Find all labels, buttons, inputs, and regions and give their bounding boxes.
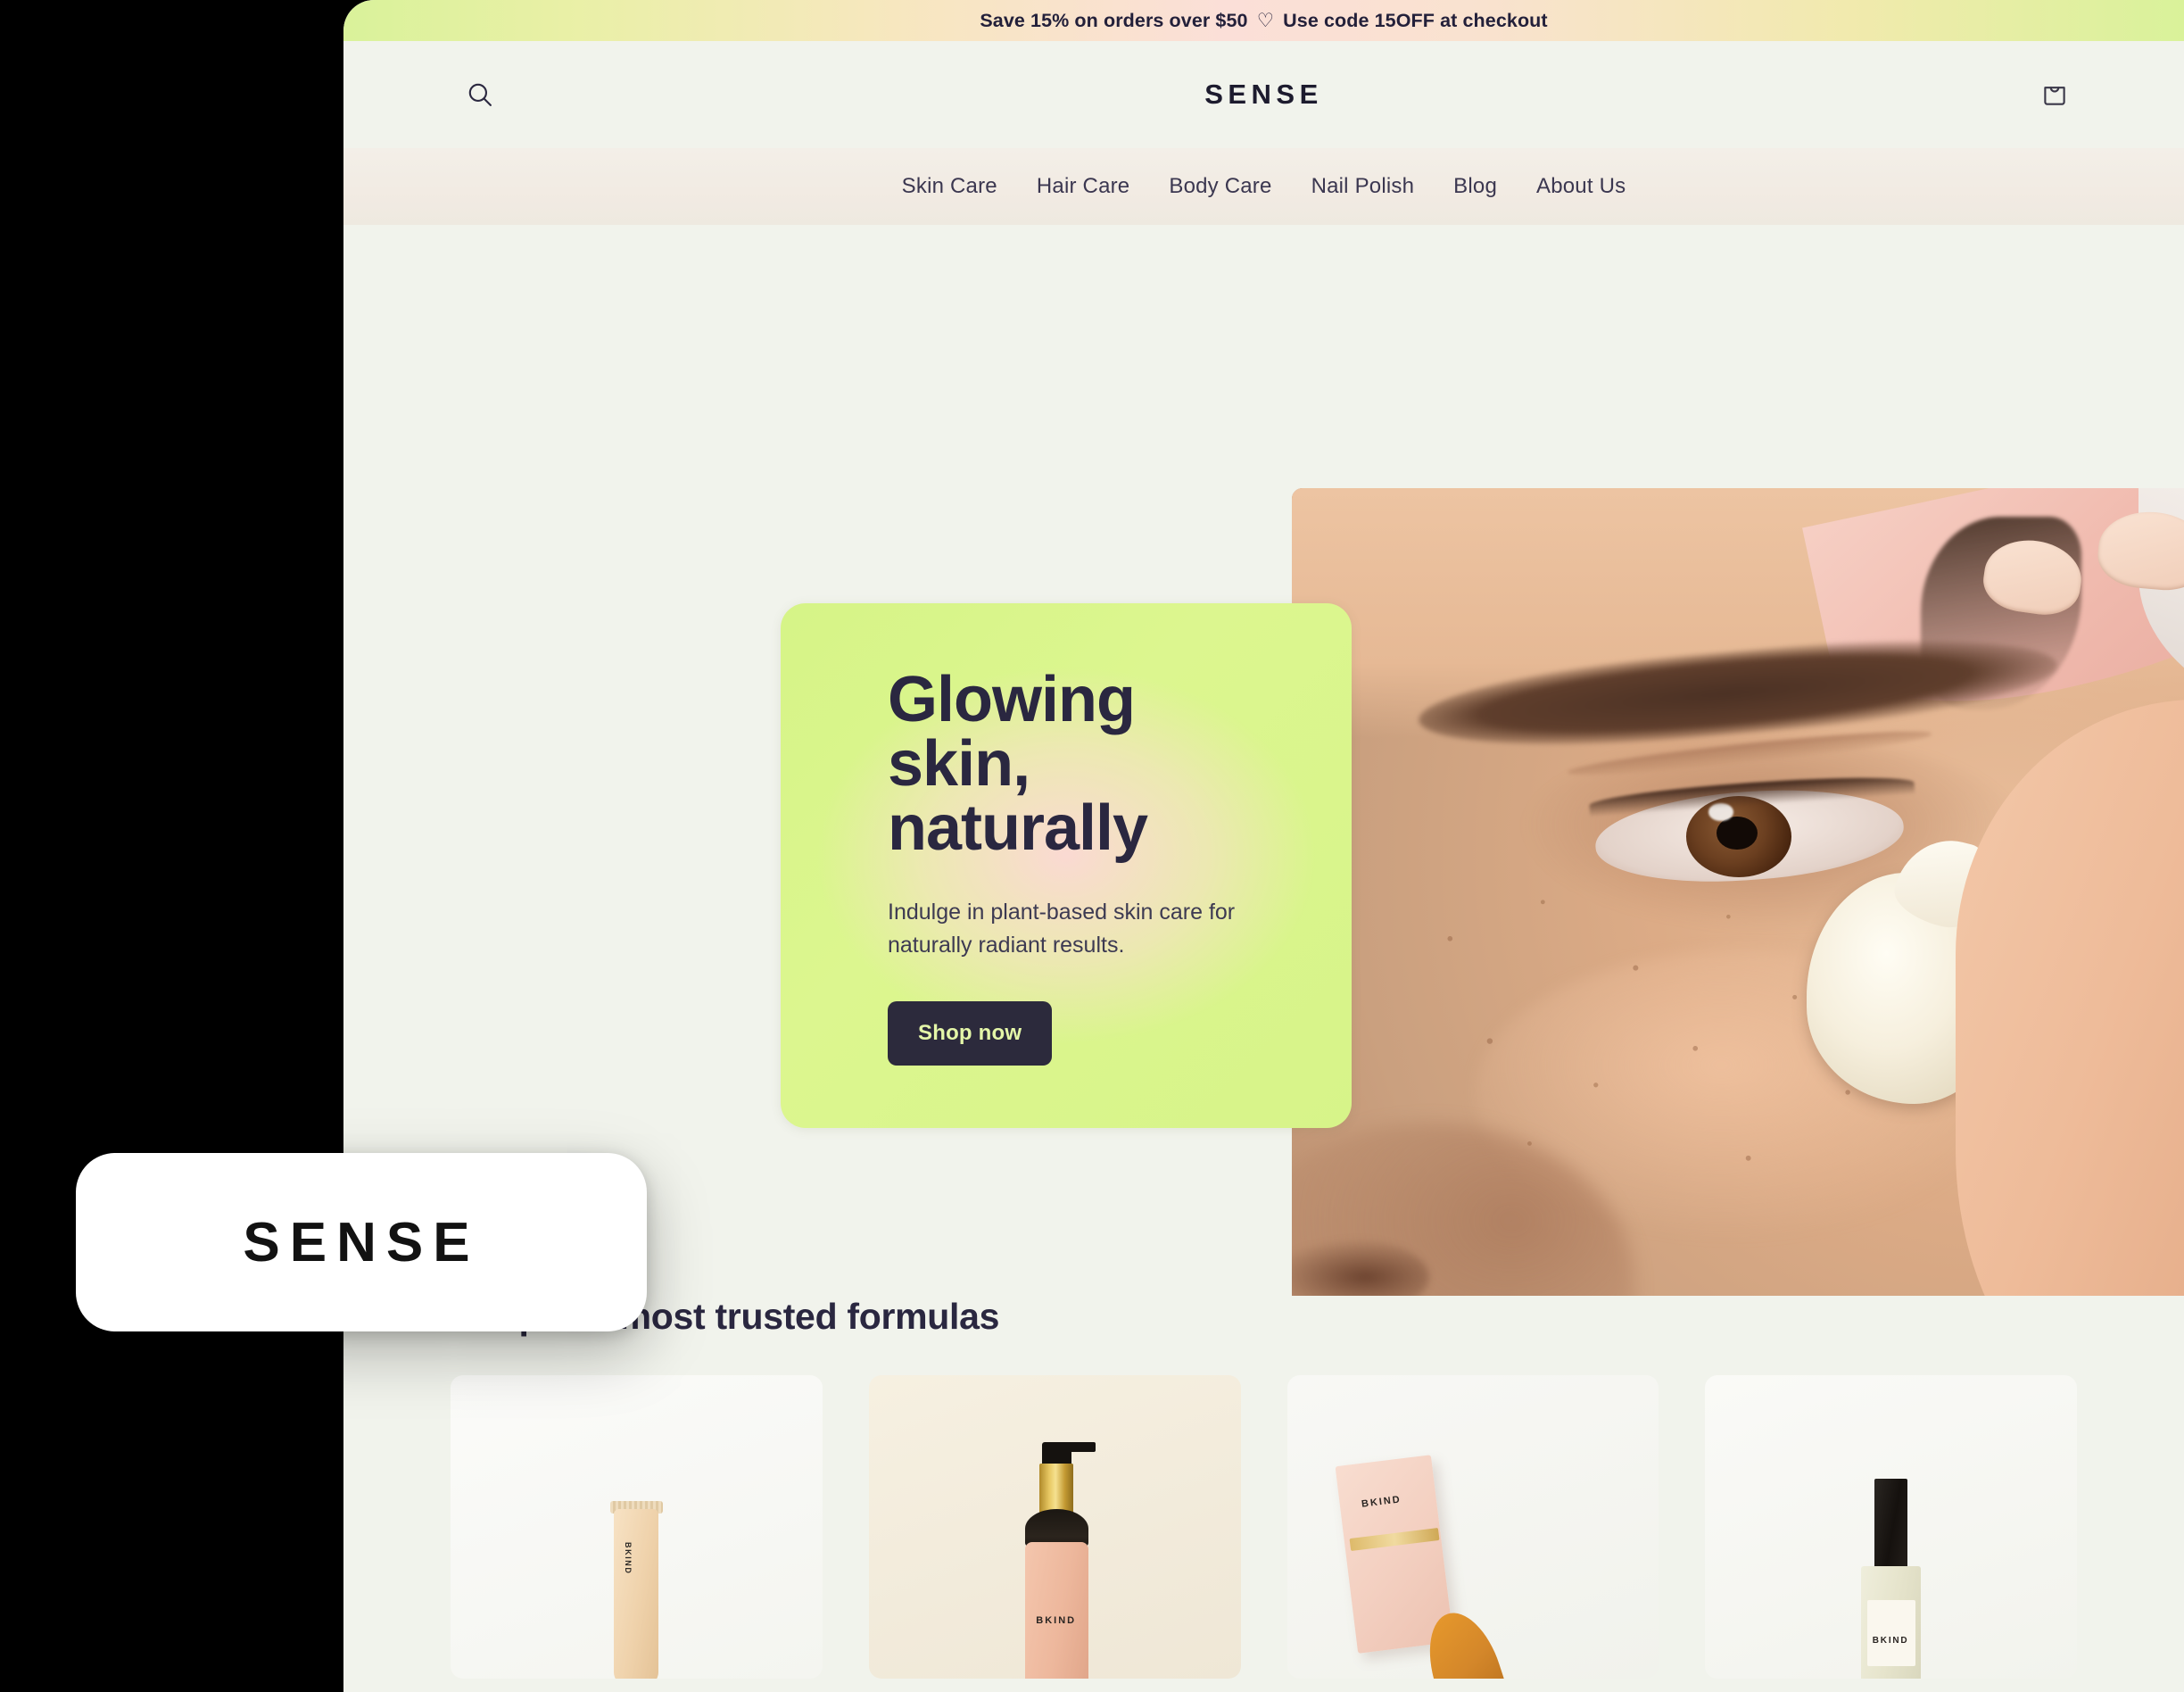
product-brand-label: BKIND [623,1542,633,1575]
hero-section: Glowing skin, naturally Indulge in plant… [343,225,2184,1450]
trusted-formulas-section: Shop our most trusted formulas BKIND BKI… [343,1296,2184,1679]
hero-title: Glowing skin, naturally [888,668,1352,860]
product-card[interactable]: BKIND [868,1375,1241,1679]
product-polish-cap [1874,1478,1908,1572]
nav-item-body-care[interactable]: Body Care [1169,174,1271,199]
hero-image-pupil [1716,816,1758,850]
hero-title-line-1: Glowing [888,664,1136,735]
product-grid: BKIND BKIND BKIND BKIND [451,1375,2077,1679]
announcement-text-before: Save 15% on orders over $50 [980,9,1248,31]
product-card[interactable]: BKIND [1705,1375,2077,1679]
shopping-cart-icon [2044,87,2065,105]
nav-item-skin-care[interactable]: Skin Care [902,174,997,199]
nav-item-blog[interactable]: Blog [1453,174,1497,199]
product-brand-label: BKIND [1872,1636,1909,1646]
nav-item-nail-polish[interactable]: Nail Polish [1311,174,1415,199]
heart-outline-icon: ♡ [1256,9,1275,31]
nav-item-hair-care[interactable]: Hair Care [1037,174,1130,199]
sense-logo-badge-text: SENSE [243,1211,480,1273]
cart-button[interactable] [2034,74,2075,115]
product-card[interactable]: BKIND [1286,1375,1659,1679]
main-navigation: Skin Care Hair Care Body Care Nail Polis… [343,148,2184,225]
hero-text-card: Glowing skin, naturally Indulge in plant… [781,603,1352,1128]
sense-logo-badge[interactable]: SENSE [76,1153,647,1331]
announcement-bar: Save 15% on orders over $50 ♡ Use code 1… [343,0,2184,41]
shop-now-button[interactable]: Shop now [888,1001,1053,1066]
site-frame: Save 15% on orders over $50 ♡ Use code 1… [343,0,2184,1692]
section-title: Shop our most trusted formulas [451,1296,1000,1337]
hero-title-line-3: naturally [888,792,1148,864]
product-bottle-body [1024,1542,1088,1679]
hero-title-line-2: skin, [888,728,1030,800]
hero-subtitle: Indulge in plant-based skin care for nat… [888,900,1236,958]
product-brand-label: BKIND [1036,1614,1077,1626]
announcement-text-after: Use code 15OFF at checkout [1283,9,1548,31]
product-tube [614,1508,659,1679]
brand-logo[interactable]: SENSE [343,79,2184,111]
site-header: SENSE [343,41,2184,148]
nav-item-about-us[interactable]: About Us [1536,174,1626,199]
product-card[interactable]: BKIND [451,1375,823,1679]
announcement-text: Save 15% on orders over $50 ♡ Use code 1… [980,10,1547,32]
product-polish-label [1866,1599,1915,1667]
